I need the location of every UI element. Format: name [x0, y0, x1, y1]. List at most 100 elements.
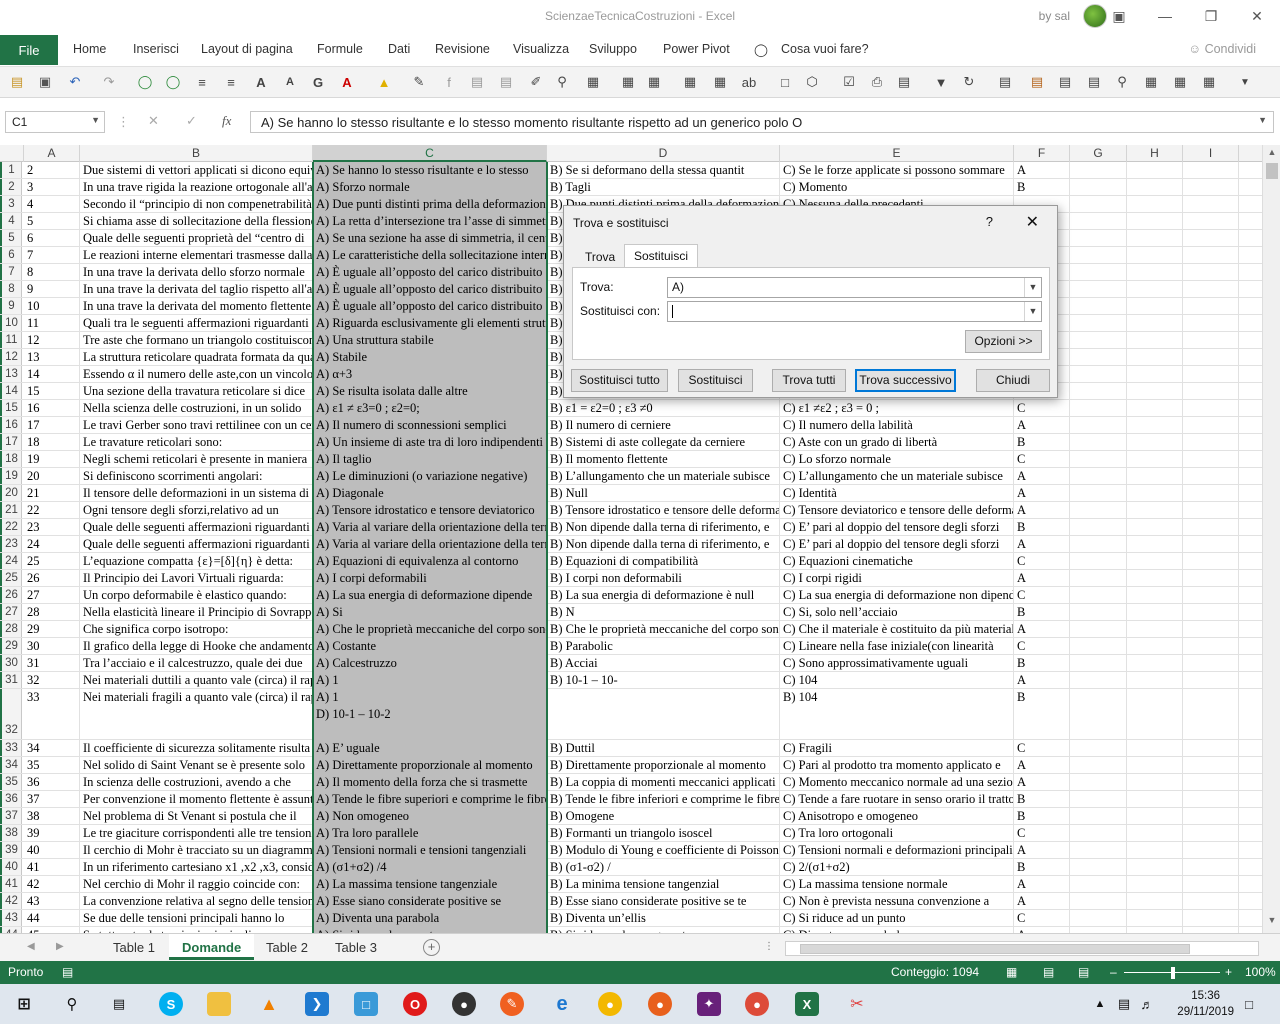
- sheet-tab-table-3[interactable]: Table 3: [322, 934, 390, 960]
- table-icon[interactable]: ▦: [681, 73, 699, 91]
- print-icon[interactable]: ⎙: [868, 73, 886, 91]
- cell-i[interactable]: [1183, 519, 1239, 536]
- cancel-icon[interactable]: ✕: [148, 113, 159, 129]
- cell-b[interactable]: Nel problema di St Venant si postula che…: [80, 808, 313, 825]
- zoom-in-icon[interactable]: +: [1225, 965, 1232, 979]
- cell-e[interactable]: C) 104: [780, 672, 1014, 689]
- cell-c[interactable]: A) Se risulta isolata dalle altre: [313, 383, 547, 400]
- cell-f[interactable]: A: [1014, 893, 1070, 910]
- tab-trova[interactable]: Trova: [576, 246, 624, 268]
- cell-f[interactable]: B: [1014, 859, 1070, 876]
- cell-i[interactable]: [1183, 196, 1239, 213]
- tab-revisione[interactable]: Revisione: [435, 42, 490, 56]
- cell-c[interactable]: A) Esse siano considerate positive se: [313, 893, 547, 910]
- row-header[interactable]: 31: [0, 672, 22, 688]
- cell-i[interactable]: [1183, 689, 1239, 740]
- cell-c[interactable]: A) Stabile: [313, 349, 547, 366]
- cell-g[interactable]: [1070, 196, 1127, 213]
- cell-b[interactable]: L’equazione compatta {ε}=[δ]{η} è detta:: [80, 553, 313, 570]
- image-icon[interactable]: ▤: [1056, 73, 1074, 91]
- horizontal-scrollbar[interactable]: [785, 941, 1259, 956]
- row-header[interactable]: 3: [0, 196, 22, 212]
- window-icon[interactable]: ▦: [1171, 73, 1189, 91]
- cell-c[interactable]: A) Due punti distinti prima della deform…: [313, 196, 547, 213]
- circle-icon[interactable]: ◯: [136, 73, 154, 91]
- cell-b[interactable]: Nella scienza delle costruzioni, in un s…: [80, 400, 313, 417]
- row-header[interactable]: 19: [0, 468, 22, 484]
- column-header-e[interactable]: E: [780, 145, 1014, 162]
- page-layout-icon[interactable]: ▤: [1043, 965, 1054, 979]
- open-folder-icon[interactable]: ▤: [8, 73, 26, 91]
- cell-d[interactable]: B) N: [547, 604, 780, 621]
- cell-b[interactable]: Le reazioni interne elementari trasmesse…: [80, 247, 313, 264]
- find-icon[interactable]: ⚲: [553, 73, 571, 91]
- close-button[interactable]: Chiudi: [976, 369, 1050, 392]
- file-tab[interactable]: File: [0, 35, 58, 65]
- cell-h[interactable]: [1127, 876, 1183, 893]
- cell-h[interactable]: [1127, 621, 1183, 638]
- cell-c[interactable]: A) Riguarda esclusivamente gli elementi …: [313, 315, 547, 332]
- cell-a[interactable]: 22: [24, 502, 80, 519]
- column-header-c[interactable]: C: [313, 145, 547, 162]
- cell-g[interactable]: [1070, 434, 1127, 451]
- cell-h[interactable]: [1127, 264, 1183, 281]
- tray-expand-icon[interactable]: ▲: [1088, 992, 1112, 1016]
- cell-g[interactable]: [1070, 162, 1127, 179]
- cell-c[interactable]: A) ε1 ≠ ε3=0 ; ε2=0;: [313, 400, 547, 417]
- cell-c[interactable]: A) Direttamente proporzionale al momento: [313, 757, 547, 774]
- cell-b[interactable]: Nei materiali duttili a quanto vale (cir…: [80, 672, 313, 689]
- cell-a[interactable]: 28: [24, 604, 80, 621]
- cell-g[interactable]: [1070, 485, 1127, 502]
- firefox-icon[interactable]: ●: [648, 992, 672, 1016]
- cell-a[interactable]: 24: [24, 536, 80, 553]
- cell-a[interactable]: 9: [24, 281, 80, 298]
- cell-c[interactable]: A) Tensioni normali e tensioni tangenzia…: [313, 842, 547, 859]
- cell-b[interactable]: In una trave la derivata del momento fle…: [80, 298, 313, 315]
- skype-icon[interactable]: S: [159, 992, 183, 1016]
- cell-c[interactable]: A) Varia al variare della orientazione d…: [313, 536, 547, 553]
- cell-g[interactable]: [1070, 553, 1127, 570]
- cell-b[interactable]: Le travature reticolari sono:: [80, 434, 313, 451]
- cell-f[interactable]: C: [1014, 638, 1070, 655]
- insert-function-button[interactable]: fx: [222, 113, 231, 129]
- cell-g[interactable]: [1070, 757, 1127, 774]
- cell-b[interactable]: Ogni tensore degli sforzi,relativo ad un: [80, 502, 313, 519]
- cell-c[interactable]: A) Se una sezione ha asse di simmetria, …: [313, 230, 547, 247]
- cell-b[interactable]: In una trave rigida la reazione ortogona…: [80, 179, 313, 196]
- cell-d[interactable]: B) Il momento flettente: [547, 451, 780, 468]
- circle-icon-2[interactable]: ◯: [164, 73, 182, 91]
- row-header[interactable]: 2: [0, 179, 22, 195]
- cell-c[interactable]: A) Non omogeneo: [313, 808, 547, 825]
- cell-h[interactable]: [1127, 451, 1183, 468]
- row-header[interactable]: 28: [0, 621, 22, 637]
- cell-i[interactable]: [1183, 672, 1239, 689]
- gridlines-icon[interactable]: ▦: [619, 73, 637, 91]
- cell-h[interactable]: [1127, 808, 1183, 825]
- cell-b[interactable]: Le travi Gerber sono travi rettilinee co…: [80, 417, 313, 434]
- row-header[interactable]: 17: [0, 434, 22, 450]
- bold-icon[interactable]: G: [309, 73, 327, 91]
- shape-icon[interactable]: ⬡: [803, 73, 821, 91]
- cell-g[interactable]: [1070, 655, 1127, 672]
- add-sheet-icon[interactable]: +: [423, 939, 440, 956]
- row-header[interactable]: 27: [0, 604, 22, 620]
- cell-a[interactable]: 7: [24, 247, 80, 264]
- expand-formula-icon[interactable]: ▼: [1258, 115, 1267, 125]
- refresh-icon[interactable]: ↻: [960, 73, 978, 91]
- cell-b[interactable]: Secondo il “principio di non compenetrab…: [80, 196, 313, 213]
- cell-h[interactable]: [1127, 689, 1183, 740]
- cell-b[interactable]: In una trave la derivata del taglio risp…: [80, 281, 313, 298]
- cell-d[interactable]: B) Sistemi di aste collegate da cerniere: [547, 434, 780, 451]
- cell-g[interactable]: [1070, 604, 1127, 621]
- cell-i[interactable]: [1183, 468, 1239, 485]
- cell-b[interactable]: Quali tra le seguenti affermazioni rigua…: [80, 315, 313, 332]
- cell-i[interactable]: [1183, 740, 1239, 757]
- row-header[interactable]: 24: [0, 553, 22, 569]
- cell-d[interactable]: B) Tende le fibre inferiori e comprime l…: [547, 791, 780, 808]
- cell-h[interactable]: [1127, 587, 1183, 604]
- zoom-icon[interactable]: ⚲: [1113, 73, 1131, 91]
- cell-c[interactable]: A) Il momento della forza che si trasmet…: [313, 774, 547, 791]
- cell-i[interactable]: [1183, 332, 1239, 349]
- cell-e[interactable]: C) Si riduce ad un punto: [780, 910, 1014, 927]
- system-clock[interactable]: 15:36 29/11/2019: [1177, 988, 1234, 1020]
